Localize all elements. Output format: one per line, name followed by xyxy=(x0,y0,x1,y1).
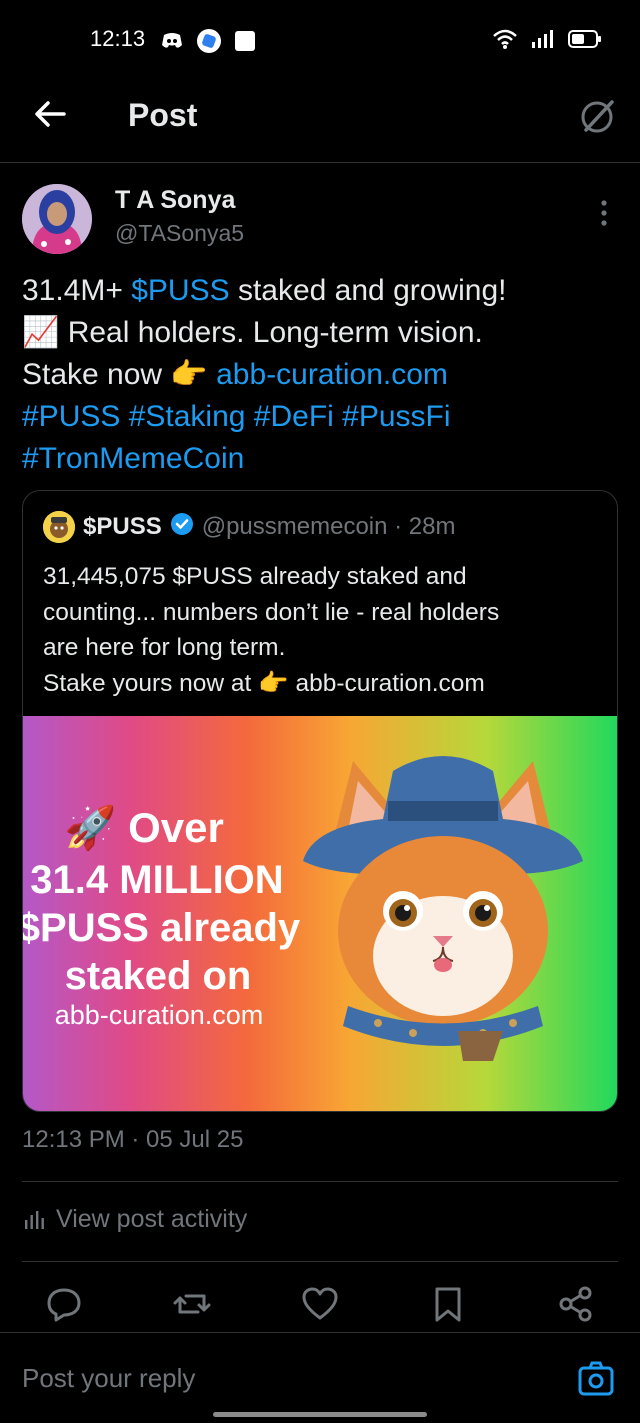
quoted-text-line: counting... numbers don’t lie - real hol… xyxy=(43,598,500,626)
grok-icon xyxy=(581,100,614,133)
pointing-hand-icon: 👉 xyxy=(258,669,289,697)
promo-image[interactable]: 🚀 Over 31.4 MILLION $PUSS already staked… xyxy=(23,716,617,1111)
post-actions xyxy=(0,1280,640,1330)
repost-icon xyxy=(173,1294,211,1314)
top-app-bar: Post xyxy=(0,80,640,163)
quoted-author-name: $PUSS xyxy=(83,513,162,540)
quoted-text-segment: abb-curation.com xyxy=(288,669,485,697)
divider xyxy=(22,1181,618,1182)
tweet-text: 31.4M+ $PUSS staked and growing! 📈 Real … xyxy=(22,270,622,480)
hashtags[interactable]: #PUSS #Staking #DeFi #PussFi xyxy=(22,396,622,438)
promo-line-5: abb-curation.com xyxy=(54,1000,264,1030)
author-avatar[interactable] xyxy=(22,184,92,254)
promo-line-1: 🚀 Over xyxy=(64,804,224,851)
promo-line-2: 31.4 MILLION xyxy=(30,858,284,902)
promo-line-4: staked on xyxy=(64,954,252,998)
camera-button[interactable] xyxy=(578,1361,614,1397)
heart-icon xyxy=(302,1287,338,1320)
square-notification-icon xyxy=(234,30,256,57)
back-button[interactable] xyxy=(30,94,70,134)
cat-mascot-illustration xyxy=(303,756,583,1061)
repost-button[interactable] xyxy=(172,1284,212,1324)
quoted-avatar xyxy=(43,511,75,543)
arrow-left-icon xyxy=(35,101,66,127)
status-bar: 12:13 xyxy=(0,0,640,80)
quoted-post[interactable]: $PUSS @pussmemecoin · 28m 31,445,075 $PU… xyxy=(22,490,618,1112)
quoted-text: 31,445,075 $PUSS already staked and coun… xyxy=(43,559,603,701)
like-button[interactable] xyxy=(300,1284,340,1324)
status-time: 12:13 xyxy=(90,26,146,51)
share-icon xyxy=(559,1286,592,1322)
chart-emoji-icon: 📈 xyxy=(22,316,60,349)
pointing-hand-icon: 👉 xyxy=(170,358,208,391)
quoted-post-header: $PUSS @pussmemecoin · 28m xyxy=(43,511,455,543)
camera-icon xyxy=(578,1361,614,1396)
view-post-activity-link[interactable]: View post activity xyxy=(22,1205,247,1234)
quoted-text-line: 31,445,075 $PUSS already staked and xyxy=(43,563,467,590)
divider xyxy=(22,1261,618,1262)
view-post-activity-label: View post activity xyxy=(56,1205,248,1233)
reply-input[interactable]: Post your reply xyxy=(22,1363,195,1394)
discord-icon xyxy=(160,31,184,56)
verified-badge-icon xyxy=(170,512,194,543)
tweet-text-segment: Stake now xyxy=(22,358,171,391)
url-link[interactable]: abb-curation.com xyxy=(208,358,448,391)
author-handle[interactable]: @TASonya5 xyxy=(115,220,244,247)
author-name[interactable]: T A Sonya xyxy=(115,186,235,215)
reply-button[interactable] xyxy=(44,1284,84,1324)
quoted-text-segment: Stake yours now at xyxy=(43,669,259,697)
bookmark-button[interactable] xyxy=(428,1284,468,1324)
share-button[interactable] xyxy=(556,1284,596,1324)
home-indicator[interactable] xyxy=(213,1412,427,1417)
battery-icon xyxy=(568,28,602,55)
tweet-text-segment: staked and growing! xyxy=(229,274,507,307)
promo-line-3: $PUSS already xyxy=(22,906,301,950)
quoted-handle-time: @pussmemecoin · 28m xyxy=(201,513,456,540)
analytics-icon xyxy=(25,1210,44,1229)
page-title: Post xyxy=(128,97,198,133)
app-notification-icon xyxy=(196,28,222,59)
cashtag-link[interactable]: $PUSS xyxy=(131,274,229,307)
tweet-text-segment: Real holders. Long-term vision. xyxy=(59,316,483,349)
wifi-icon xyxy=(492,28,518,55)
more-vertical-icon xyxy=(601,200,607,226)
comment-icon xyxy=(47,1288,81,1322)
reply-composer[interactable]: Post your reply xyxy=(0,1332,640,1423)
quoted-text-line: are here for long term. xyxy=(43,634,286,661)
hashtag-tronmemecoin[interactable]: #TronMemeCoin xyxy=(22,438,622,480)
post-timestamp: 12:13 PM · 05 Jul 25 xyxy=(22,1126,244,1153)
grok-button[interactable] xyxy=(578,96,618,136)
signal-icon xyxy=(530,28,556,55)
more-options-button[interactable] xyxy=(592,198,616,228)
bookmark-icon xyxy=(435,1287,461,1322)
tweet-text-segment: 31.4M+ xyxy=(22,274,132,307)
